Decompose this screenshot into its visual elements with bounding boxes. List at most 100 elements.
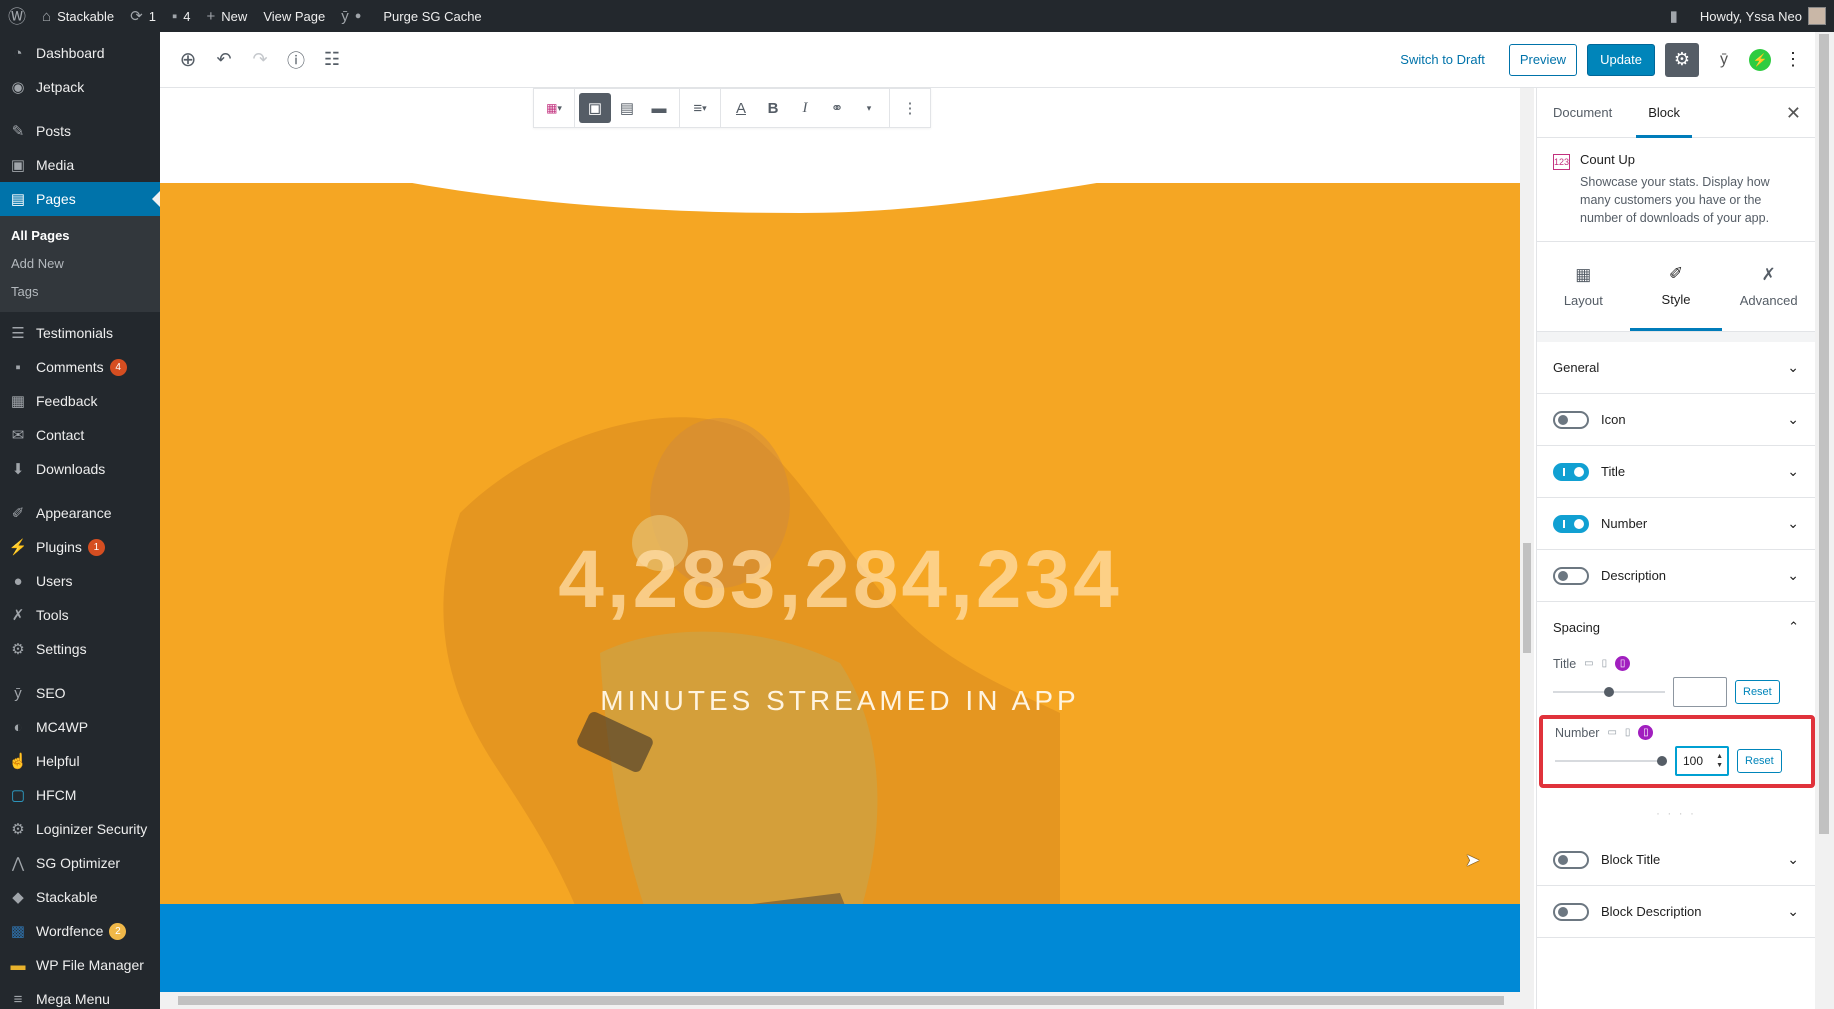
panel-block-title[interactable]: Block Title ⌄ [1537, 834, 1815, 886]
desktop-icon[interactable]: ▭ [1607, 727, 1616, 738]
panel-number[interactable]: Number ⌄ [1537, 498, 1815, 550]
sidebar-item-hfcm[interactable]: ▢ HFCM [0, 778, 160, 812]
sidebar-item-wordfence[interactable]: ▩ Wordfence 2 [0, 914, 160, 948]
sidebar-item-media[interactable]: ▣ Media [0, 148, 160, 182]
yoast-icon[interactable]: ȳ [1709, 45, 1739, 75]
undo-icon[interactable]: ↶ [206, 42, 242, 78]
title-toggle[interactable] [1553, 462, 1589, 481]
number-spacing-input[interactable]: 100 ▲ ▼ [1675, 746, 1729, 776]
count-up-block[interactable]: 4,283,284,234 MINUTES STREAMED IN APP [160, 88, 1520, 992]
sidebar-item-tools[interactable]: ✗ Tools [0, 598, 160, 632]
sidebar-item-plugins[interactable]: ⚡ Plugins 1 [0, 530, 160, 564]
italic-icon[interactable]: I [789, 93, 821, 123]
block-description-toggle[interactable] [1553, 902, 1589, 921]
title-reset-button[interactable]: Reset [1735, 680, 1780, 704]
sidebar-item-wp-file-manager[interactable]: ▬ WP File Manager [0, 948, 160, 982]
number-spacing-slider[interactable] [1555, 756, 1667, 766]
comments-link[interactable]: ▪ 4 [164, 0, 199, 32]
sidebar-item-testimonials[interactable]: ☰ Testimonials [0, 316, 160, 350]
panel-block-description[interactable]: Block Description ⌄ [1537, 886, 1815, 938]
icon-toggle[interactable] [1553, 410, 1589, 429]
sidebar-item-feedback[interactable]: ▦ Feedback [0, 384, 160, 418]
number-reset-button[interactable]: Reset [1737, 749, 1782, 773]
align-center-block-icon[interactable]: ▣ [579, 93, 611, 123]
tab-document[interactable]: Document [1553, 88, 1624, 138]
sidebar-item-posts[interactable]: ✎ Posts [0, 114, 160, 148]
preview-button[interactable]: Preview [1508, 43, 1578, 76]
site-name-link[interactable]: ⌂ Stackable [34, 0, 122, 32]
canvas-vertical-scrollbar[interactable] [1520, 88, 1534, 992]
yoast-admin-link[interactable]: ȳ ● [333, 0, 375, 32]
sidebar-item-mc4wp[interactable]: ◐ MC4WP [0, 710, 160, 744]
switch-to-draft-button[interactable]: Switch to Draft [1386, 52, 1499, 67]
panel-general[interactable]: General ⌄ [1537, 342, 1815, 394]
panel-description[interactable]: Description ⌄ [1537, 550, 1815, 602]
updates-link[interactable]: ⟳ 1 [122, 0, 164, 32]
description-toggle[interactable] [1553, 566, 1589, 585]
canvas-horizontal-scrollbar[interactable] [160, 992, 1534, 1009]
sidebar-item-stackable[interactable]: ◆ Stackable [0, 880, 160, 914]
spinner-icon[interactable]: ▲ ▼ [1716, 752, 1723, 770]
page-vertical-scrollbar[interactable] [1815, 32, 1834, 1009]
notifications-icon[interactable]: ▮ [1662, 0, 1692, 32]
sidebar-item-mega-menu[interactable]: ≡ Mega Menu [0, 982, 160, 1009]
count-up-number[interactable]: 4,283,284,234 [160, 533, 1520, 627]
sidebar-item-users[interactable]: ● Users [0, 564, 160, 598]
tab-layout[interactable]: ▦ Layout [1537, 242, 1630, 331]
tablet-icon[interactable]: ▯ [1602, 658, 1608, 669]
sidebar-item-loginizer[interactable]: ⚙ Loginizer Security [0, 812, 160, 846]
sidebar-item-settings[interactable]: ⚙ Settings [0, 632, 160, 666]
submenu-all-pages[interactable]: All Pages [0, 222, 160, 250]
bolt-icon[interactable]: ⚡ [1749, 48, 1771, 71]
more-options-icon[interactable]: ⋮ [1781, 49, 1805, 70]
block-title-toggle[interactable] [1553, 850, 1589, 869]
sidebar-item-pages[interactable]: ▤ Pages [0, 182, 160, 216]
mobile-icon[interactable]: ▯ [1615, 656, 1631, 671]
count-up-title[interactable]: MINUTES STREAMED IN APP [160, 685, 1520, 717]
align-wide-icon[interactable]: ▤ [611, 93, 643, 123]
number-toggle[interactable] [1553, 514, 1589, 533]
wordpress-logo-icon[interactable]: Ⓦ [0, 0, 34, 32]
purge-cache-link[interactable]: Purge SG Cache [375, 0, 489, 32]
redo-icon[interactable]: ↷ [242, 42, 278, 78]
block-navigation-icon[interactable]: ☷ [314, 42, 350, 78]
link-icon[interactable]: ⚭ [821, 93, 853, 123]
align-full-icon[interactable]: ▬ [643, 93, 675, 123]
sidebar-item-downloads[interactable]: ⬇ Downloads [0, 452, 160, 486]
submenu-add-new[interactable]: Add New [0, 250, 160, 278]
title-spacing-slider[interactable] [1553, 687, 1665, 697]
mobile-icon[interactable]: ▯ [1638, 725, 1654, 740]
text-color-icon[interactable]: A [725, 93, 757, 123]
more-formatting-icon[interactable]: ▾ [853, 93, 885, 123]
panel-icon[interactable]: Icon ⌄ [1537, 394, 1815, 446]
submenu-tags[interactable]: Tags [0, 278, 160, 306]
settings-gear-icon[interactable]: ⚙ [1665, 42, 1699, 77]
my-account-link[interactable]: Howdy, Yssa Neo [1692, 0, 1834, 32]
spacing-header[interactable]: Spacing ⌃ [1553, 614, 1799, 640]
sidebar-item-helpful[interactable]: ☝ Helpful [0, 744, 160, 778]
tab-block[interactable]: Block [1636, 88, 1693, 138]
update-button[interactable]: Update [1587, 43, 1655, 76]
sidebar-item-dashboard[interactable]: ◔ Dashboard [0, 36, 160, 70]
sidebar-item-comments[interactable]: ▪ Comments 4 [0, 350, 160, 384]
add-block-icon[interactable]: ⊕ [170, 42, 206, 78]
count-up-block-icon[interactable]: ▦ ▾ [538, 93, 570, 123]
bold-icon[interactable]: B [757, 93, 789, 123]
tab-advanced[interactable]: ✗ Advanced [1722, 242, 1815, 331]
sidebar-item-sg-optimizer[interactable]: ⋀ SG Optimizer [0, 846, 160, 880]
info-icon[interactable]: ⓘ [278, 42, 314, 78]
title-spacing-input[interactable] [1673, 677, 1727, 707]
sidebar-item-jetpack[interactable]: ◉ Jetpack [0, 70, 160, 104]
tablet-icon[interactable]: ▯ [1625, 727, 1631, 738]
panel-title[interactable]: Title ⌄ [1537, 446, 1815, 498]
block-more-options-icon[interactable]: ⋮ [894, 93, 926, 123]
sidebar-item-contact[interactable]: ✉ Contact [0, 418, 160, 452]
tab-style[interactable]: ✐ Style [1629, 242, 1723, 331]
sidebar-item-appearance[interactable]: ✐ Appearance [0, 496, 160, 530]
text-align-icon[interactable]: ≡ ▾ [684, 93, 716, 123]
view-page-link[interactable]: View Page [255, 0, 333, 32]
new-content-link[interactable]: + New [199, 0, 256, 32]
desktop-icon[interactable]: ▭ [1584, 658, 1593, 669]
sidebar-item-seo[interactable]: ȳ SEO [0, 676, 160, 710]
close-icon[interactable]: ✕ [1786, 103, 1801, 124]
